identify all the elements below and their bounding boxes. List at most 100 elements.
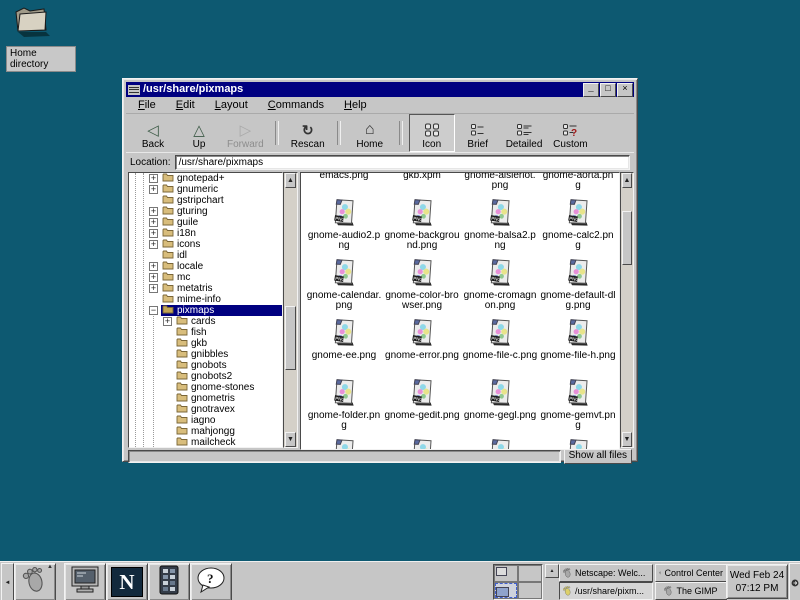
tree-expander-icon[interactable]: + [149,229,158,238]
file-item[interactable]: PNG [461,438,539,450]
task-gimp[interactable]: The GIMP [655,582,727,600]
tree-item[interactable]: gkb [129,338,282,349]
back-button[interactable]: ◁ Back [130,114,176,152]
minimize-button[interactable]: _ [583,83,599,97]
menu-commands[interactable]: Commands [268,99,324,111]
tree-scroll-thumb[interactable] [285,306,296,370]
rescan-button[interactable]: ↻ Rescan [285,114,331,152]
workspace-4[interactable] [518,582,542,599]
tree-expander-icon[interactable]: + [149,284,158,293]
tree-item[interactable]: gnometris [129,393,282,404]
workspace-pager[interactable] [493,564,543,600]
home-button[interactable]: ⌂ Home [347,114,393,152]
file-item[interactable]: PNG gnome-calc2.png [539,198,617,258]
scroll-down-arrow[interactable]: ▼ [285,432,296,447]
tree-expander-icon[interactable]: + [149,174,158,183]
tree-expander-icon[interactable]: + [149,273,158,282]
up-button[interactable]: △ Up [176,114,222,152]
netscape-launcher[interactable]: N [106,563,148,600]
terminal-launcher[interactable] [64,563,106,600]
scroll-up-arrow[interactable]: ▲ [622,173,632,188]
workspace-1[interactable] [494,565,518,582]
tree-item[interactable]: mime-info [129,294,282,305]
scroll-up-arrow[interactable]: ▲ [285,173,296,188]
scroll-down-arrow[interactable]: ▼ [622,432,632,447]
file-item[interactable]: PNG gnome-folder.png [305,378,383,438]
tree-item[interactable]: fish [129,327,282,338]
tree-item[interactable]: + cards [129,316,282,327]
tree-item[interactable]: + locale [129,261,282,272]
menu-layout[interactable]: Layout [215,99,248,111]
tree-item[interactable]: idl [129,250,282,261]
file-item[interactable]: PNG gnome-audio2.png [305,198,383,258]
tree-item[interactable]: iagno [129,415,282,426]
tree-item[interactable]: gnome-stones [129,382,282,393]
window-titlebar[interactable]: /usr/share/pixmaps _ □ × [126,82,634,97]
tree-expander-icon[interactable]: + [149,262,158,271]
tree-expander-icon[interactable]: + [149,185,158,194]
window-menu-icon[interactable] [128,85,140,95]
tree-expander-icon[interactable]: − [149,306,158,315]
task-file-manager-active[interactable]: /usr/share/pixm... [559,582,653,600]
tree-item[interactable]: gnibbles [129,349,282,360]
task-netscape[interactable]: Netscape: Welc... [559,564,653,582]
file-item[interactable]: PNG gnome-aorta.png [539,172,617,198]
tree-item[interactable]: mahjongg [129,426,282,437]
custom-view-button[interactable]: ? Custom [547,114,593,152]
file-item[interactable]: PNG gnome-balsa2.png [461,198,539,258]
location-input[interactable]: /usr/share/pixmaps [175,155,630,170]
tree-expander-icon[interactable]: + [149,218,158,227]
tree-item[interactable]: gnobots2 [129,371,282,382]
iconview-scrollbar[interactable]: ▲ ▼ [620,172,634,448]
help-launcher[interactable]: ? [190,563,232,600]
brief-view-button[interactable]: Brief [455,114,501,152]
icon-view-button[interactable]: Icon [409,114,455,152]
iconview-scroll-thumb[interactable] [622,211,632,265]
panel-hide-right-button[interactable] [789,563,800,600]
home-directory-desktop-icon[interactable]: Home directory [6,4,76,72]
file-item[interactable]: PNG emacs.png [305,172,383,198]
file-item[interactable]: PNG gnome-calendar.png [305,258,383,318]
clock-applet[interactable]: Wed Feb 24 07:12 PM [726,564,788,599]
tree-item[interactable]: + i18n [129,228,282,239]
file-item[interactable]: PNG gnome-gedit.png [383,378,461,438]
directory-tree-pane[interactable]: + gnotepad+ + gnumeric gstripchart + [128,172,283,448]
close-button[interactable]: × [617,83,633,97]
file-icon-view[interactable]: PNG emacs.png PNG [300,172,620,450]
menu-edit[interactable]: Edit [176,99,195,111]
file-item[interactable]: PNG gnome-background.png [383,198,461,258]
task-control-center[interactable]: Control Center [655,564,727,582]
tasklist-arrow-button[interactable]: ▲ [545,564,559,578]
show-all-files-button[interactable]: Show all files [564,449,632,464]
file-item[interactable]: PNG gnome-cromagnon.png [461,258,539,318]
file-item[interactable]: PNG gnome-aisleriot.png [461,172,539,198]
maximize-button[interactable]: □ [600,83,616,97]
tree-item[interactable]: + gnumeric [129,184,282,195]
menu-file[interactable]: File [138,99,156,111]
tree-item[interactable]: + guile [129,217,282,228]
workspace-2[interactable] [518,565,542,582]
file-item[interactable]: PNG [305,438,383,450]
file-item[interactable]: PNG gnome-gegl.png [461,378,539,438]
tree-item[interactable]: + mc [129,272,282,283]
tree-scrollbar[interactable]: ▲ ▼ [283,172,298,448]
main-menu-button[interactable]: ▲ [14,563,56,600]
tree-item[interactable]: gnotravex [129,404,282,415]
file-item[interactable]: PNG [383,438,461,450]
tree-item[interactable]: − pixmaps [129,305,282,316]
tree-item[interactable]: + gturing [129,206,282,217]
file-item[interactable]: PNG gnome-gemvt.png [539,378,617,438]
file-item[interactable]: PNG gnome-ee.png [305,318,383,378]
panel-hide-left-button[interactable]: ◄ [1,563,14,600]
tree-expander-icon[interactable]: + [149,240,158,249]
tree-item[interactable]: + metatris [129,283,282,294]
tree-expander-icon[interactable]: + [149,207,158,216]
tree-item[interactable]: gstripchart [129,195,282,206]
tree-item[interactable]: + gnotepad+ [129,173,282,184]
tree-item[interactable]: + icons [129,239,282,250]
file-item[interactable]: PNG gnome-color-browser.png [383,258,461,318]
file-item[interactable]: PNG gnome-file-h.png [539,318,617,378]
file-item[interactable]: PNG gnome-error.png [383,318,461,378]
menu-help[interactable]: Help [344,99,367,111]
file-item[interactable]: PNG gnome-file-c.png [461,318,539,378]
